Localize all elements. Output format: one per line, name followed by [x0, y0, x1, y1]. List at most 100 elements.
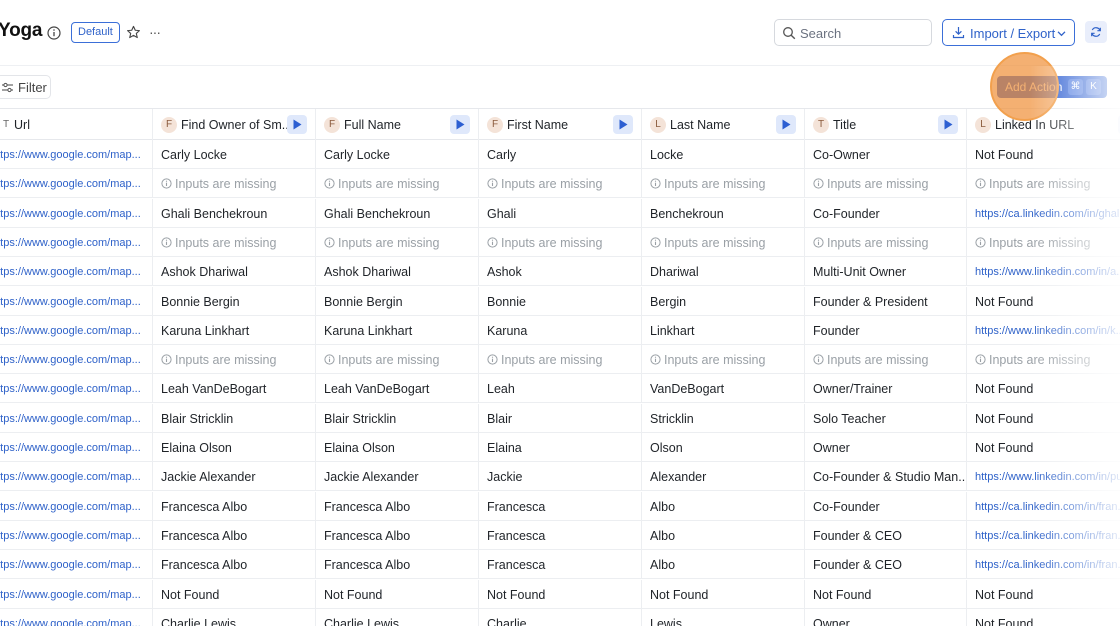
table-row[interactable]: https://www.google.com/map... Charlie Lew…: [0, 608, 1120, 626]
cell-last-name[interactable]: Stricklin: [642, 403, 805, 432]
cell-full-name[interactable]: Francesca Albo: [316, 550, 479, 579]
cell-first-name[interactable]: Karuna: [479, 315, 642, 344]
cell-full-name[interactable]: Ghali Benchekroun: [316, 198, 479, 227]
cell-title[interactable]: Solo Teacher: [805, 403, 967, 432]
cell-last-name[interactable]: Albo: [642, 491, 805, 520]
cell-linkedin-url[interactable]: Inputs are missing: [967, 228, 1120, 256]
cell-find-owner[interactable]: Blair Stricklin: [153, 403, 316, 432]
cell-find-owner[interactable]: Leah VanDeBogart: [153, 374, 316, 403]
cell-full-name[interactable]: Karuna Linkhart: [316, 315, 479, 344]
cell-full-name[interactable]: Inputs are missing: [316, 169, 479, 198]
cell-linkedin-url[interactable]: Not Found: [967, 287, 1120, 315]
cell-find-owner[interactable]: Francesca Albo: [153, 550, 316, 579]
cell-last-name[interactable]: Inputs are missing: [642, 227, 805, 256]
table-row[interactable]: https://www.google.com/map... Blair Stric…: [0, 403, 1120, 433]
cell-title[interactable]: Founder & President: [805, 286, 967, 315]
cell-first-name[interactable]: Carly: [479, 140, 642, 168]
cell-last-name[interactable]: Albo: [642, 550, 805, 579]
cell-find-owner[interactable]: Not Found: [153, 579, 316, 608]
cell-find-owner[interactable]: Francesca Albo: [153, 520, 316, 549]
cell-linkedin-url[interactable]: https://www.linkedin.com/in/puls...: [967, 462, 1120, 490]
cell-url[interactable]: https://www.google.com/map...: [0, 520, 153, 549]
cell-first-name[interactable]: Francesca: [479, 491, 642, 520]
table-row[interactable]: https://www.google.com/map... Inputs are …: [0, 227, 1120, 257]
star-icon[interactable]: [126, 25, 141, 40]
add-action-button[interactable]: Add Action ⌘ K: [997, 76, 1107, 98]
cell-full-name[interactable]: Blair Stricklin: [316, 403, 479, 432]
cell-url[interactable]: https://www.google.com/map...: [0, 403, 153, 432]
search-input[interactable]: [800, 24, 925, 42]
cell-first-name[interactable]: Jackie: [479, 462, 642, 491]
cell-find-owner[interactable]: Karuna Linkhart: [153, 315, 316, 344]
column-header-url[interactable]: T Url: [0, 109, 153, 140]
cell-url[interactable]: https://www.google.com/map...: [0, 345, 153, 374]
cell-url[interactable]: https://www.google.com/map...: [0, 550, 153, 579]
cell-full-name[interactable]: Francesca Albo: [316, 491, 479, 520]
table-row[interactable]: https://www.google.com/map... Francesca A…: [0, 491, 1120, 521]
cell-find-owner[interactable]: Inputs are missing: [153, 227, 316, 256]
cell-last-name[interactable]: Olson: [642, 433, 805, 461]
cell-title[interactable]: Owner: [805, 608, 967, 626]
cell-first-name[interactable]: Ghali: [479, 198, 642, 227]
table-row[interactable]: https://www.google.com/map... Not Found No…: [0, 579, 1120, 609]
cell-title[interactable]: Inputs are missing: [805, 345, 967, 374]
cell-find-owner[interactable]: Charlie Lewis: [153, 608, 316, 626]
cell-first-name[interactable]: Inputs are missing: [479, 345, 642, 374]
run-column-button[interactable]: [938, 115, 958, 134]
cell-last-name[interactable]: Alexander: [642, 462, 805, 491]
cell-first-name[interactable]: Elaina: [479, 433, 642, 461]
table-row[interactable]: https://www.google.com/map... Elaina Olso…: [0, 433, 1120, 462]
cell-last-name[interactable]: VanDeBogart: [642, 374, 805, 403]
cell-url[interactable]: https://www.google.com/map...: [0, 608, 153, 626]
cell-url[interactable]: https://www.google.com/map...: [0, 227, 153, 256]
cell-first-name[interactable]: Bonnie: [479, 286, 642, 315]
cell-url[interactable]: https://www.google.com/map...: [0, 491, 153, 520]
more-options-icon[interactable]: ···: [149, 24, 161, 40]
cell-first-name[interactable]: Ashok: [479, 257, 642, 286]
search-box[interactable]: [774, 19, 932, 46]
cell-linkedin-url[interactable]: https://ca.linkedin.com/in/ghal...: [967, 199, 1120, 227]
cell-title[interactable]: Inputs are missing: [805, 227, 967, 256]
cell-full-name[interactable]: Not Found: [316, 579, 479, 608]
table-row[interactable]: https://www.google.com/map... Karuna Link…: [0, 315, 1120, 345]
cell-full-name[interactable]: Elaina Olson: [316, 433, 479, 461]
column-header-title[interactable]: T Title: [805, 109, 967, 140]
run-column-button[interactable]: [450, 115, 470, 134]
table-row[interactable]: https://www.google.com/map... Carly Locke…: [0, 140, 1120, 169]
cell-full-name[interactable]: Ashok Dhariwal: [316, 257, 479, 286]
cell-full-name[interactable]: Carly Locke: [316, 140, 479, 168]
cell-find-owner[interactable]: Elaina Olson: [153, 433, 316, 461]
cell-url[interactable]: https://www.google.com/map...: [0, 198, 153, 227]
cell-title[interactable]: Owner/Trainer: [805, 374, 967, 403]
cell-linkedin-url[interactable]: Inputs are missing: [967, 345, 1120, 373]
cell-last-name[interactable]: Bergin: [642, 286, 805, 315]
cell-full-name[interactable]: Charlie Lewis: [316, 608, 479, 626]
cell-linkedin-url[interactable]: Not Found: [967, 580, 1120, 608]
cell-url[interactable]: https://www.google.com/map...: [0, 462, 153, 491]
cell-first-name[interactable]: Not Found: [479, 579, 642, 608]
cell-title[interactable]: Co-Founder: [805, 491, 967, 520]
cell-last-name[interactable]: Linkhart: [642, 315, 805, 344]
cell-full-name[interactable]: Inputs are missing: [316, 227, 479, 256]
cell-full-name[interactable]: Bonnie Bergin: [316, 286, 479, 315]
cell-linkedin-url[interactable]: https://ca.linkedin.com/in/fran...: [967, 550, 1120, 578]
cell-title[interactable]: Inputs are missing: [805, 169, 967, 198]
cell-url[interactable]: https://www.google.com/map...: [0, 286, 153, 315]
cell-title[interactable]: Co-Founder: [805, 198, 967, 227]
cell-first-name[interactable]: Leah: [479, 374, 642, 403]
cell-last-name[interactable]: Locke: [642, 140, 805, 168]
cell-find-owner[interactable]: Carly Locke: [153, 140, 316, 168]
cell-find-owner[interactable]: Francesca Albo: [153, 491, 316, 520]
cell-last-name[interactable]: Benchekroun: [642, 198, 805, 227]
cell-linkedin-url[interactable]: https://ca.linkedin.com/in/fran...: [967, 521, 1120, 549]
cell-find-owner[interactable]: Jackie Alexander: [153, 462, 316, 491]
cell-first-name[interactable]: Francesca: [479, 550, 642, 579]
cell-title[interactable]: Founder & CEO: [805, 550, 967, 579]
cell-linkedin-url[interactable]: Not Found: [967, 404, 1120, 432]
cell-url[interactable]: https://www.google.com/map...: [0, 169, 153, 198]
cell-url[interactable]: https://www.google.com/map...: [0, 257, 153, 286]
cell-linkedin-url[interactable]: https://www.linkedin.com/in/a...: [967, 257, 1120, 285]
cell-linkedin-url[interactable]: https://ca.linkedin.com/in/fran...: [967, 492, 1120, 520]
cell-first-name[interactable]: Inputs are missing: [479, 169, 642, 198]
column-header-last-name[interactable]: L Last Name: [642, 109, 805, 140]
